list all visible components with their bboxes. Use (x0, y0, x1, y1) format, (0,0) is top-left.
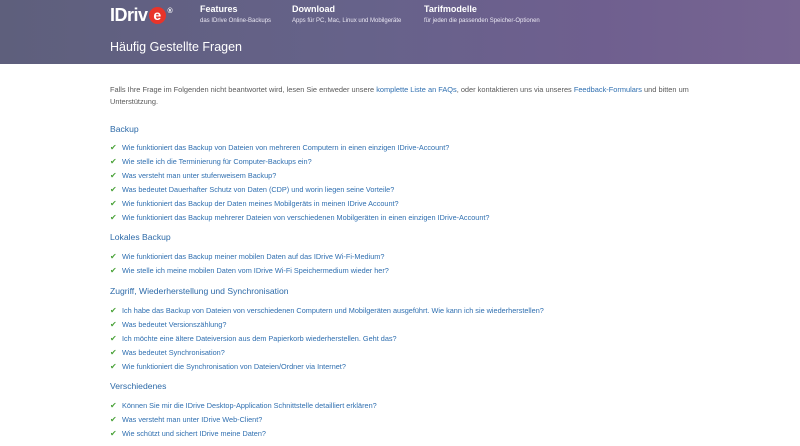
logo-e-circle-icon: e (148, 6, 166, 24)
checkmark-icon: ✔ (110, 171, 117, 180)
faq-question: Was versteht man unter IDrive Web-Client… (122, 415, 263, 424)
faq-item[interactable]: ✔ Können Sie mir die IDrive Desktop-Appli… (110, 399, 377, 413)
faq-item[interactable]: ✔ Wie schützt und sichert IDrive meine Da… (110, 427, 377, 441)
checkmark-icon: ✔ (110, 429, 117, 438)
nav-tarifmodelle-subtitle: für jeden die passenden Speicher-Optione… (424, 18, 540, 24)
checkmark-icon: ✔ (110, 185, 117, 194)
faq-item[interactable]: ✔ Wie funktioniert das Backup von Dateien… (110, 141, 489, 155)
faq-question: Was versteht man unter stufenweisem Back… (122, 171, 277, 180)
faq-question: Wie funktioniert die Synchronisation von… (122, 362, 346, 371)
faq-item[interactable]: ✔ Wie stelle ich die Terminierung für Com… (110, 155, 489, 169)
faq-item[interactable]: ✔ Was versteht man unter IDrive Web-Clien… (110, 413, 377, 427)
intro-paragraph: Falls Ihre Frage im Folgenden nicht bean… (110, 84, 690, 108)
logo-registered-mark: ® (167, 7, 173, 15)
intro-text-middle: , oder kontaktieren uns via unseres (456, 85, 574, 94)
nav-download-title: Download (292, 4, 335, 14)
faq-question: Wie funktioniert das Backup der Daten me… (122, 199, 399, 208)
feedback-form-link[interactable]: Feedback-Formulars (574, 85, 642, 94)
checkmark-icon: ✔ (110, 252, 117, 261)
faq-question: Können Sie mir die IDrive Desktop-Applic… (122, 401, 377, 410)
faq-question: Wie stelle ich die Terminierung für Comp… (122, 157, 312, 166)
intro-text-before: Falls Ihre Frage im Folgenden nicht bean… (110, 85, 377, 94)
faq-question: Ich möchte eine ältere Dateiversion aus … (122, 334, 397, 343)
checkmark-icon: ✔ (110, 401, 117, 410)
faq-item[interactable]: ✔ Was bedeutet Versionszählung? (110, 318, 544, 332)
faq-question: Was bedeutet Versionszählung? (122, 320, 227, 329)
faq-question: Wie funktioniert das Backup meiner mobil… (122, 252, 385, 261)
nav-tarifmodelle[interactable]: Tarifmodelle für jeden die passenden Spe… (424, 4, 540, 24)
checkmark-icon: ✔ (110, 143, 117, 152)
checkmark-icon: ✔ (110, 266, 117, 275)
faq-item[interactable]: ✔ Ich habe das Backup von Dateien von ver… (110, 304, 544, 318)
checkmark-icon: ✔ (110, 199, 117, 208)
nav-download[interactable]: Download Apps für PC, Mac, Linux und Mob… (292, 4, 401, 24)
section-title-lokales-backup: Lokales Backup (110, 232, 171, 242)
nav-download-subtitle: Apps für PC, Mac, Linux und Mobilgeräte (292, 18, 402, 24)
faq-question: Wie schützt und sichert IDrive meine Dat… (122, 429, 266, 438)
faq-item[interactable]: ✔ Ich möchte eine ältere Dateiversion aus… (110, 332, 544, 346)
faq-item[interactable]: ✔ Wie funktioniert das Backup mehrerer Da… (110, 211, 489, 225)
top-header: IDriv e ® Features das IDrive Online-Backu… (0, 0, 800, 64)
faq-question: Wie stelle ich meine mobilen Daten vom I… (122, 266, 389, 275)
nav-features-title: Features (200, 4, 238, 14)
faq-list-zugriff: ✔ Ich habe das Backup von Dateien von ver… (110, 304, 544, 374)
faq-item[interactable]: ✔ Wie funktioniert das Backup meiner mobi… (110, 250, 389, 264)
faq-question: Was bedeutet Dauerhafter Schutz von Date… (122, 185, 395, 194)
faq-question: Wie funktioniert das Backup von Dateien … (122, 143, 450, 152)
section-title-backup: Backup (110, 124, 139, 134)
checkmark-icon: ✔ (110, 213, 117, 222)
section-title-zugriff: Zugriff, Wiederherstellung und Synchroni… (110, 286, 289, 296)
idrive-logo[interactable]: IDriv e ® (110, 4, 173, 26)
checkmark-icon: ✔ (110, 320, 117, 329)
nav-tarifmodelle-title: Tarifmodelle (424, 4, 477, 14)
checkmark-icon: ✔ (110, 415, 117, 424)
faq-item[interactable]: ✔ Was versteht man unter stufenweisem Bac… (110, 169, 489, 183)
faq-item[interactable]: ✔ Was bedeutet Dauerhafter Schutz von Dat… (110, 183, 489, 197)
logo-text: IDriv (110, 4, 148, 25)
checkmark-icon: ✔ (110, 334, 117, 343)
checkmark-icon: ✔ (110, 362, 117, 371)
nav-features[interactable]: Features das IDrive Online-Backups (200, 4, 271, 24)
faq-question: Ich habe das Backup von Dateien von vers… (122, 306, 544, 315)
faq-item[interactable]: ✔ Wie funktioniert das Backup der Daten m… (110, 197, 489, 211)
faq-list-lokales-backup: ✔ Wie funktioniert das Backup meiner mobi… (110, 250, 389, 278)
nav-features-subtitle: das IDrive Online-Backups (200, 18, 272, 24)
section-title-verschiedenes: Verschiedenes (110, 381, 167, 391)
faq-list-verschiedenes: ✔ Können Sie mir die IDrive Desktop-Appli… (110, 399, 377, 441)
faq-question: Wie funktioniert das Backup mehrerer Dat… (122, 213, 490, 222)
checkmark-icon: ✔ (110, 157, 117, 166)
checkmark-icon: ✔ (110, 306, 117, 315)
page-title: Häufig Gestellte Fragen (110, 40, 243, 54)
faq-item[interactable]: ✔ Wie stelle ich meine mobilen Daten vom … (110, 264, 389, 278)
faq-item[interactable]: ✔ Was bedeutet Synchronisation? (110, 346, 544, 360)
faq-item[interactable]: ✔ Wie funktioniert die Synchronisation vo… (110, 360, 544, 374)
faq-list-link[interactable]: komplette Liste an FAQs (376, 85, 457, 94)
faq-question: Was bedeutet Synchronisation? (122, 348, 225, 357)
faq-list-backup: ✔ Wie funktioniert das Backup von Dateien… (110, 141, 489, 225)
checkmark-icon: ✔ (110, 348, 117, 357)
